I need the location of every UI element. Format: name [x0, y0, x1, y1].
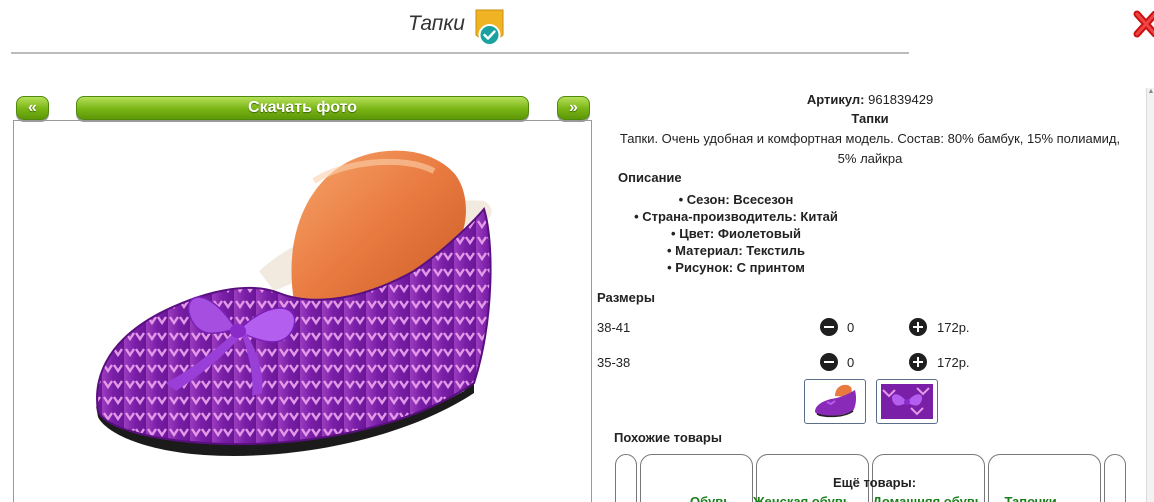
- description-line-1: Тапки. Очень удобная и комфортная модель…: [619, 131, 1121, 146]
- details-title: Описание: [618, 170, 682, 185]
- similar-prev-slot[interactable]: [615, 454, 637, 502]
- detail-item: • Рисунок: С принтом: [667, 260, 805, 275]
- title-divider: [11, 52, 909, 54]
- price-value: 172р.: [937, 355, 970, 370]
- minus-icon[interactable]: [820, 353, 838, 371]
- price-value: 172р.: [937, 320, 970, 335]
- link-womens-shoes[interactable]: Женская обувь: [753, 494, 851, 502]
- article-label: Артикул:: [806, 92, 865, 107]
- link-shoes[interactable]: Обувь: [690, 494, 731, 502]
- size-row: 35-38 0 172р.: [597, 353, 1147, 373]
- prev-photo-button[interactable]: «: [16, 96, 49, 120]
- page-title: Тапки: [408, 12, 465, 35]
- article-line: Артикул: 961839429: [594, 90, 1146, 109]
- minus-icon[interactable]: [820, 318, 838, 336]
- size-name: 38-41: [597, 320, 631, 335]
- scrollbar[interactable]: ▲: [1146, 88, 1154, 502]
- bow-closeup-thumbnail[interactable]: [876, 379, 938, 424]
- scroll-up-icon[interactable]: ▲: [1147, 88, 1154, 100]
- more-products-links: Обувь Женская обувь Домашняя обувь Тапоч…: [690, 494, 1075, 502]
- plus-icon[interactable]: [909, 318, 927, 336]
- next-photo-button[interactable]: »: [557, 96, 590, 120]
- close-icon[interactable]: [1131, 4, 1154, 44]
- download-photo-button[interactable]: Скачать фото: [76, 96, 529, 120]
- article-value: 961839429: [868, 92, 934, 107]
- plus-icon[interactable]: [909, 353, 927, 371]
- check-badge-icon: [475, 9, 504, 46]
- size-name: 35-38: [597, 355, 631, 370]
- more-products-title: Ещё товары:: [833, 475, 917, 490]
- slipper-photo: [96, 150, 492, 456]
- description-line-2: 5% лайкра: [837, 151, 903, 166]
- product-name: Тапки: [851, 111, 889, 126]
- quantity-value: 0: [847, 355, 855, 370]
- quantity-value: 0: [847, 320, 855, 335]
- sizes-title: Размеры: [597, 290, 655, 305]
- similar-title: Похожие товары: [614, 430, 722, 445]
- link-slippers[interactable]: Тапочки: [1004, 494, 1056, 502]
- size-row: 38-41 0 172р.: [597, 318, 1147, 338]
- similar-next-slot[interactable]: [1104, 454, 1126, 502]
- slipper-thumbnail[interactable]: [804, 379, 866, 424]
- product-photo-frame: [13, 120, 592, 502]
- link-home-shoes[interactable]: Домашняя обувь: [872, 494, 982, 502]
